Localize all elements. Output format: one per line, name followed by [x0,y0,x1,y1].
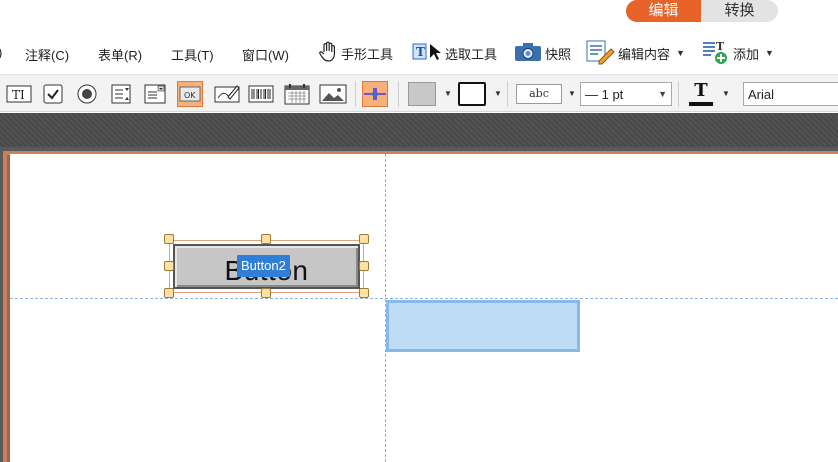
line-width-select[interactable]: — 1 pt ▼ [580,82,672,106]
mode-edit-button[interactable]: 编辑 [626,0,701,22]
svg-text:T: T [416,45,425,59]
date-field-tool[interactable] [284,81,310,107]
toolbar-separator [678,81,679,107]
toolbar-separator [355,81,356,107]
checkbox-icon [42,83,64,105]
radio-icon [76,83,98,105]
svg-text:T: T [716,40,725,53]
resize-handle-bottom-right[interactable] [359,288,369,298]
line-style-preview[interactable]: abc [516,84,562,104]
list-box-tool[interactable] [108,81,134,107]
horizontal-guide[interactable] [10,298,838,299]
chevron-down-icon[interactable]: ▼ [722,89,730,98]
button-form-field[interactable]: Button Button2 [169,240,364,293]
list-box-icon [110,83,132,105]
form-toolbar: TI OK ▼ ▼ abc ▼ — 1 pt ▼ T ▼ Arial [0,74,838,112]
toolbar-separator [507,81,508,107]
signature-icon [214,83,240,105]
svg-text:OK: OK [184,91,196,100]
text-select-icon: T [412,41,442,66]
toolbar-separator [398,81,399,107]
chevron-down-icon[interactable]: ▼ [765,48,774,58]
signature-tool[interactable] [214,81,240,107]
combo-box-icon [143,83,167,105]
push-button-tool[interactable]: OK [177,81,203,107]
svg-text:TI: TI [12,88,25,102]
menu-window[interactable]: 窗口(W) [242,45,289,64]
image-icon [319,83,347,105]
resize-handle-top-right[interactable] [359,234,369,244]
resize-handle-bottom[interactable] [261,288,271,298]
menu-forms[interactable]: 表单(R) [98,45,142,64]
resize-handle-right[interactable] [359,261,369,271]
barcode-tool[interactable] [248,81,274,107]
add-icon: T [700,39,730,68]
snapshot-label: 快照 [545,46,572,62]
text-color-bar [689,102,713,106]
camera-icon [514,42,542,65]
image-field-tool[interactable] [319,81,347,107]
tab-order-tool[interactable] [362,81,388,107]
border-color-button[interactable] [458,82,486,106]
menu-fragment: ) [0,45,2,60]
add-label: 添加 [733,46,760,62]
radio-button-tool[interactable] [74,81,100,107]
hand-tool-label: 手形工具 [341,46,394,62]
field-name-tag: Button2 [237,255,290,277]
pin-icon [363,84,387,104]
chevron-down-icon[interactable]: ▼ [676,48,685,58]
chevron-down-icon[interactable]: ▼ [444,89,452,98]
title-strip: 编辑 转换 [0,0,838,34]
resize-handle-bottom-left[interactable] [164,288,174,298]
chevron-down-icon[interactable]: ▼ [568,89,576,98]
fill-color-button[interactable] [408,82,436,106]
edit-content-button[interactable]: 编辑内容 ▼ [585,40,685,66]
select-tool-label: 选取工具 [445,46,498,62]
resize-handle-top-left[interactable] [164,234,174,244]
chevron-down-icon[interactable]: ▼ [494,89,502,98]
menu-bar: ) 注释(C) 表单(R) 工具(T) 窗口(W) 手形工具 T 选取工具 快照… [0,36,838,70]
add-button[interactable]: T 添加 ▼ [700,40,774,66]
hand-tool-button[interactable]: 手形工具 [318,40,393,66]
text-color-icon: T [694,80,708,101]
barcode-icon [248,84,274,104]
checkbox-tool[interactable] [40,81,66,107]
mode-switch: 编辑 转换 [626,0,778,22]
select-tool-button[interactable]: T 选取工具 [412,40,497,66]
hand-icon [318,41,338,66]
calendar-icon [284,83,310,105]
mode-convert-button[interactable]: 转换 [701,0,778,22]
font-select[interactable]: Arial [743,82,838,106]
resize-handle-left[interactable] [164,261,174,271]
text-field-icon: TI [6,84,32,104]
snapshot-button[interactable]: 快照 [514,40,571,66]
chevron-down-icon: ▼ [658,89,667,99]
ok-button-icon: OK [179,85,201,103]
edit-content-label: 编辑内容 [618,46,671,62]
text-color-button[interactable]: T [686,81,716,107]
panel-strip [0,113,838,147]
selected-field-area[interactable] [386,300,580,352]
combo-box-tool[interactable] [142,81,168,107]
menu-annotate[interactable]: 注释(C) [25,45,69,64]
resize-handle-top[interactable] [261,234,271,244]
line-width-value: — 1 pt [585,86,624,102]
font-name-value: Arial [748,86,775,102]
edit-content-icon [585,39,615,68]
text-field-tool[interactable]: TI [6,81,32,107]
menu-tools[interactable]: 工具(T) [171,45,214,64]
